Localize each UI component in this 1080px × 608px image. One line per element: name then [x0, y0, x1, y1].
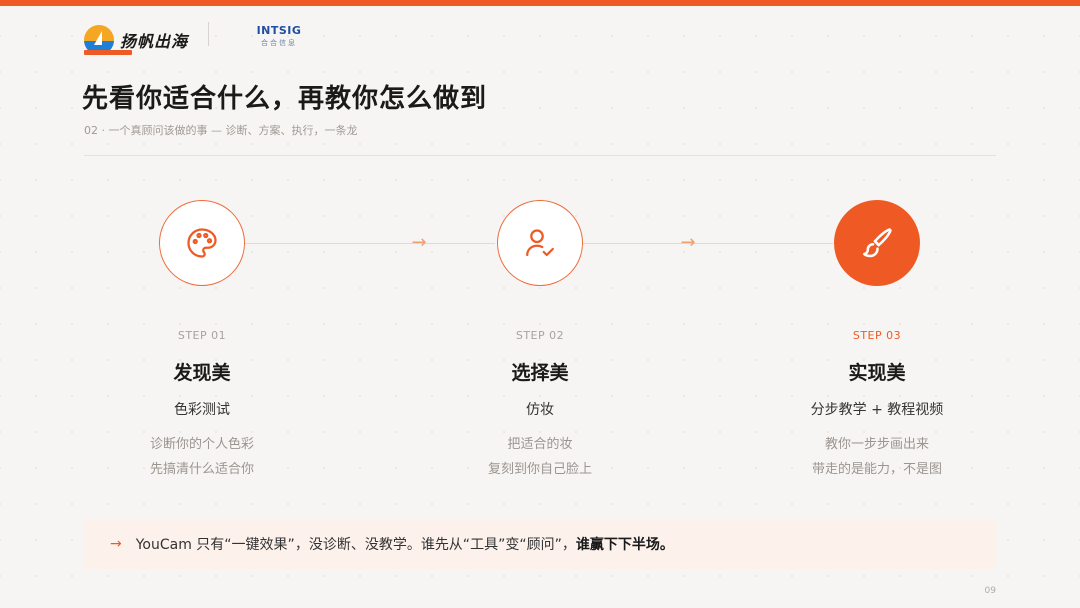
palette-icon [187, 228, 217, 258]
step-description-line: 复刻到你自己脸上 [487, 462, 592, 477]
arrow-right-icon: → [411, 232, 427, 253]
brand-name: 扬帆出海 [120, 32, 189, 51]
step-number: STEP 01 [177, 329, 227, 342]
title-divider [84, 155, 996, 156]
step-description-line: 先搞清什么适合你 [149, 462, 254, 477]
step-description-line: 诊断你的个人色彩 [149, 437, 254, 452]
logo-divider [208, 22, 209, 46]
step-method: 仿妆 [526, 402, 554, 418]
step-title: 实现美 [848, 362, 906, 384]
step-icon-circle-active [834, 200, 920, 286]
step-icon-circle [159, 200, 245, 286]
partner-logo: INTSIG 合合信息 [256, 24, 302, 48]
conclusion-emphasis: 谁赢下下半场。 [575, 537, 674, 553]
conclusion-text: YouCam 只有“一键效果”，没诊断、没教学。谁先从“工具”变“顾问”， [135, 537, 576, 553]
step-description-line: 带走的是能力，不是图 [811, 462, 942, 477]
page-number: 09 [984, 586, 996, 596]
step-card-3: STEP 03 实现美 分步教学 + 教程视频 教你一步步画出来 带走的是能力，… [767, 200, 987, 482]
step-card-1: STEP 01 发现美 色彩测试 诊断你的个人色彩 先搞清什么适合你 [92, 200, 312, 482]
step-card-2: STEP 02 选择美 仿妆 把适合的妆 复刻到你自己脸上 [430, 200, 650, 482]
step-description: 诊断你的个人色彩 先搞清什么适合你 [92, 432, 312, 482]
top-accent-bar [0, 0, 1080, 6]
step-number-active: STEP 03 [852, 329, 902, 342]
step-description-line: 把适合的妆 [507, 437, 573, 452]
partner-subname: 合合信息 [261, 39, 297, 47]
partner-name: INTSIG [256, 24, 302, 37]
page-subtitle: 02 · 一个真顾问该做的事 — 诊断、方案、执行，一条龙 [84, 124, 358, 137]
step-number: STEP 02 [515, 329, 565, 342]
step-description: 教你一步步画出来 带走的是能力，不是图 [767, 432, 987, 482]
page-title: 先看你适合什么，再教你怎么做到 [82, 84, 488, 114]
conclusion-note: → YouCam 只有“一键效果”，没诊断、没教学。谁先从“工具”变“顾问”， … [84, 519, 996, 569]
step-icon-circle [497, 200, 583, 286]
brand-underline [84, 50, 132, 55]
step-description: 把适合的妆 复刻到你自己脸上 [430, 432, 650, 482]
arrow-right-icon: → [110, 536, 122, 552]
step-title: 发现美 [173, 362, 231, 384]
user-check-icon [526, 229, 554, 257]
step-method: 色彩测试 [174, 402, 230, 418]
arrow-right-icon: → [680, 232, 696, 253]
step-method: 分步教学 + 教程视频 [810, 402, 944, 418]
brush-icon [863, 228, 892, 258]
step-description-line: 教你一步步画出来 [824, 437, 929, 452]
step-title: 选择美 [511, 362, 569, 384]
